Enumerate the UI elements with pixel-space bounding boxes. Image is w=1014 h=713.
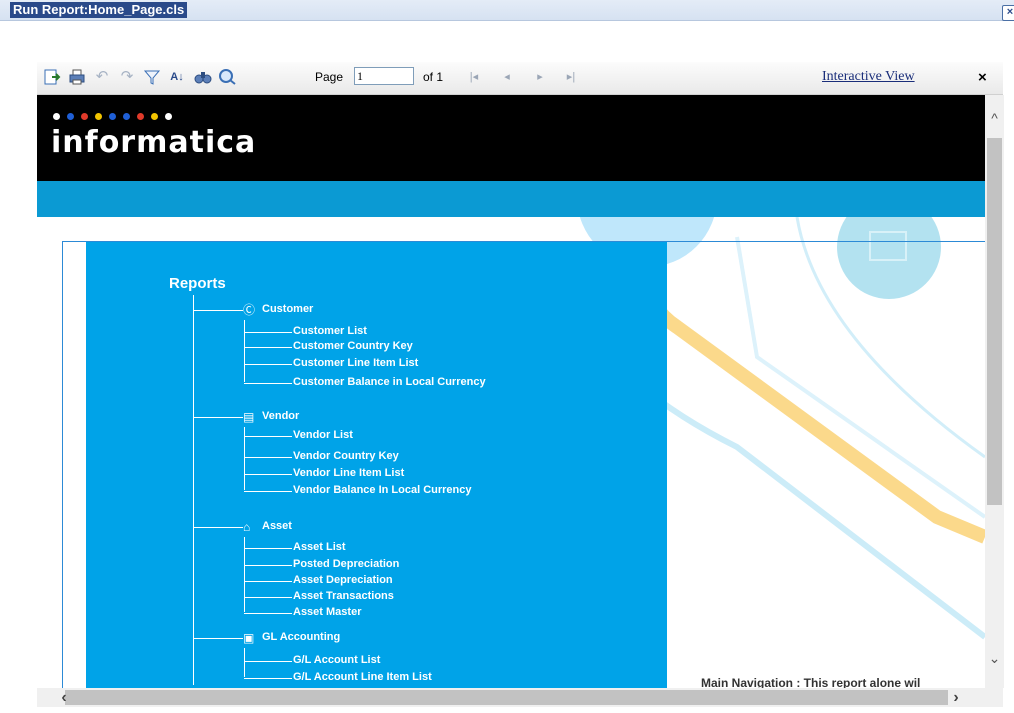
page-number-input[interactable]: [354, 67, 414, 85]
item-connector: [244, 581, 292, 582]
zoom-icon[interactable]: [218, 68, 236, 86]
logo-dot: [67, 113, 74, 120]
sort-icon[interactable]: A↓: [168, 68, 186, 86]
asset-icon: ⌂: [243, 520, 251, 534]
item-connector: [244, 436, 292, 437]
report-link-vendor[interactable]: Vendor Balance In Local Currency: [293, 484, 472, 496]
item-connector: [244, 548, 292, 549]
scroll-up-icon[interactable]: ^: [985, 108, 1004, 128]
customer-icon: Ⓒ: [243, 303, 256, 317]
logo-dot: [151, 113, 158, 120]
find-icon[interactable]: [194, 68, 212, 86]
report-link-gl-accounting[interactable]: G/L Account Line Item List: [293, 671, 432, 683]
logo-dot: [137, 113, 144, 120]
report-link-vendor[interactable]: Vendor Line Item List: [293, 467, 404, 479]
informatica-logo: informatica: [51, 125, 257, 160]
item-branch-line: [244, 648, 245, 677]
export-icon[interactable]: [43, 68, 61, 86]
logo-dot: [81, 113, 88, 120]
report-link-customer[interactable]: Customer Balance in Local Currency: [293, 376, 486, 388]
category-gl-accounting[interactable]: GL Accounting: [262, 631, 340, 643]
close-viewer-icon[interactable]: ×: [978, 69, 987, 87]
report-link-asset[interactable]: Asset Depreciation: [293, 574, 393, 586]
report-link-asset[interactable]: Asset Master: [293, 606, 361, 618]
category-asset[interactable]: Asset: [262, 520, 292, 532]
item-branch-line: [244, 320, 245, 382]
logo-dots: [53, 113, 179, 123]
report-link-customer[interactable]: Customer Country Key: [293, 340, 413, 352]
category-customer[interactable]: Customer: [262, 303, 313, 315]
category-connector: [193, 310, 243, 311]
scroll-right-icon[interactable]: ›: [948, 688, 964, 707]
logo-dot: [95, 113, 102, 120]
report-viewport: informatica Reports Ⓒ Customer Customer Li…: [37, 95, 985, 688]
item-connector: [244, 457, 292, 458]
main-navigation-text: Main Navigation : This report alone wil: [701, 676, 921, 688]
redo-icon[interactable]: ↷: [118, 68, 136, 86]
header-banner: informatica: [37, 95, 985, 181]
vendor-icon: ▤: [243, 410, 255, 424]
item-connector: [244, 597, 292, 598]
item-connector: [244, 613, 292, 614]
horizontal-scroll-thumb[interactable]: [65, 690, 948, 705]
category-connector: [193, 638, 243, 639]
report-link-customer[interactable]: Customer Line Item List: [293, 357, 418, 369]
report-link-gl-accounting[interactable]: G/L Account List: [293, 654, 380, 666]
logo-dot: [165, 113, 172, 120]
report-link-asset[interactable]: Posted Depreciation: [293, 558, 399, 570]
report-link-asset[interactable]: Asset List: [293, 541, 346, 553]
item-connector: [244, 364, 292, 365]
reports-panel: Reports Ⓒ Customer Customer List Customer C…: [86, 242, 667, 688]
first-page-icon[interactable]: |◂: [467, 68, 481, 86]
item-connector: [244, 661, 292, 662]
category-vendor[interactable]: Vendor: [262, 410, 299, 422]
last-page-icon[interactable]: ▸|: [564, 68, 578, 86]
window-close-icon[interactable]: ×: [1002, 5, 1014, 21]
logo-dot: [123, 113, 130, 120]
report-link-vendor[interactable]: Vendor Country Key: [293, 450, 399, 462]
report-link-vendor[interactable]: Vendor List: [293, 429, 353, 441]
next-page-icon[interactable]: ▸: [533, 68, 547, 86]
header-strip: [37, 181, 985, 217]
item-connector: [244, 383, 292, 384]
category-connector: [193, 527, 243, 528]
report-link-customer[interactable]: Customer List: [293, 325, 367, 337]
window-title: Run Report:Home_Page.cls: [10, 2, 188, 18]
item-connector: [244, 678, 292, 679]
undo-icon[interactable]: ↶: [93, 68, 111, 86]
vertical-scroll-thumb[interactable]: [987, 138, 1002, 505]
category-connector: [193, 417, 243, 418]
item-connector: [244, 332, 292, 333]
logo-dot: [109, 113, 116, 120]
page-label: Page: [315, 70, 344, 84]
previous-page-icon[interactable]: ◂: [500, 68, 514, 86]
interactive-view-link[interactable]: Interactive View: [822, 68, 915, 86]
gl-accounting-icon: ▣: [243, 631, 255, 645]
tree-trunk-line: [193, 295, 194, 685]
item-connector: [244, 565, 292, 566]
filter-icon[interactable]: [143, 68, 161, 86]
page-count-label: of 1: [423, 70, 444, 84]
scroll-left-icon[interactable]: ‹: [56, 688, 72, 707]
item-connector: [244, 347, 292, 348]
logo-dot: [53, 113, 60, 120]
reports-heading: Reports: [169, 275, 226, 292]
item-connector: [244, 491, 292, 492]
print-icon[interactable]: [68, 68, 86, 86]
scroll-down-icon[interactable]: ⌄: [985, 648, 1004, 668]
item-connector: [244, 474, 292, 475]
report-link-asset[interactable]: Asset Transactions: [293, 590, 394, 602]
